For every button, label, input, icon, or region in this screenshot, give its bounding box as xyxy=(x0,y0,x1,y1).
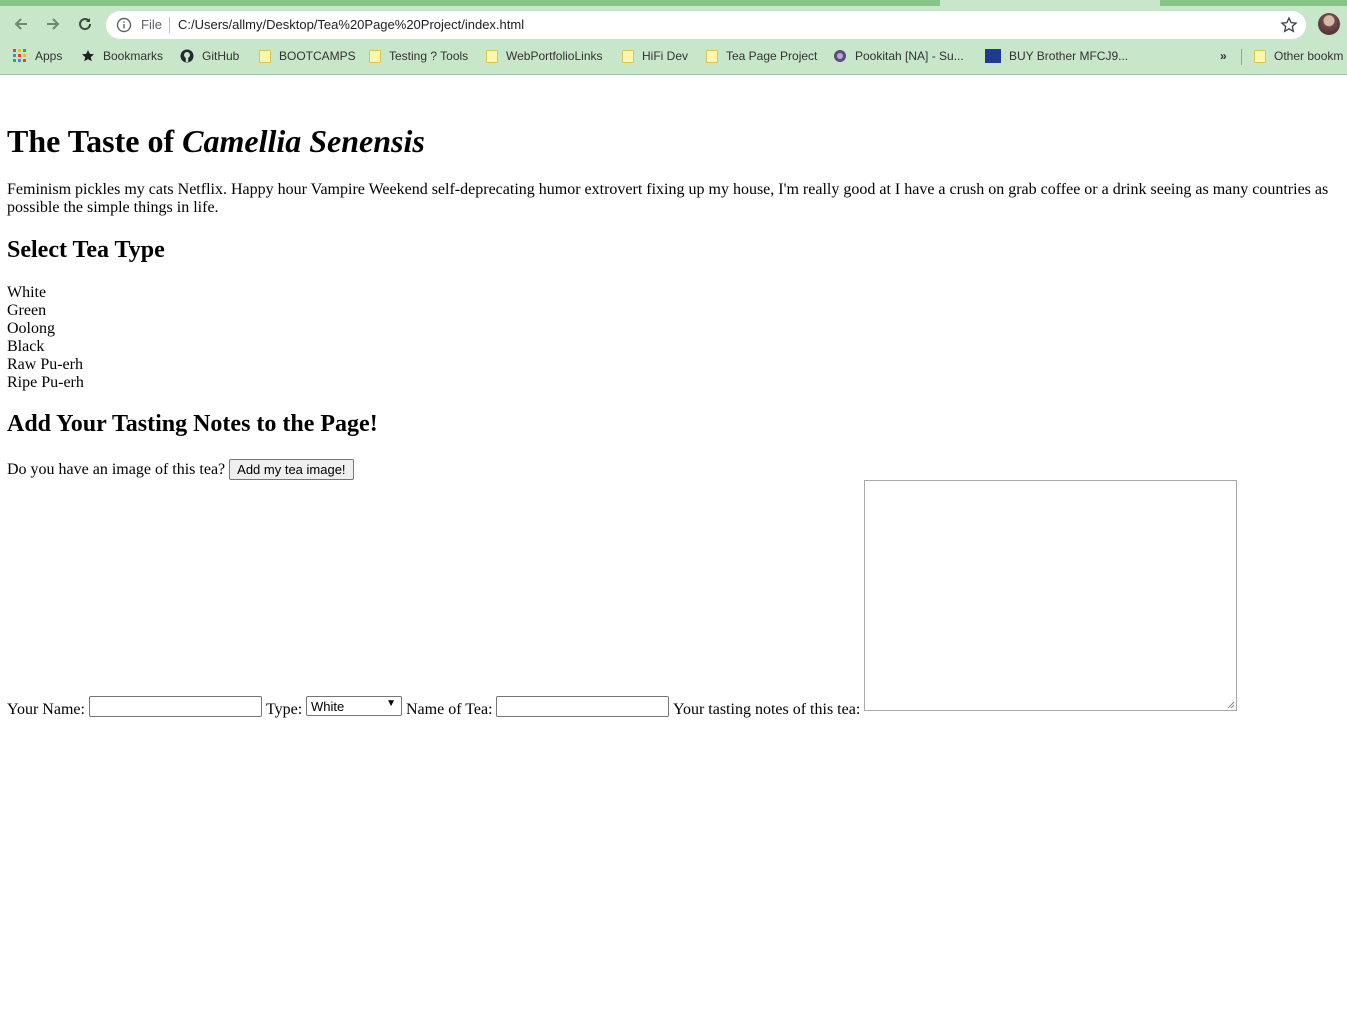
url-separator xyxy=(169,17,170,33)
bookmark-other-bookmarks[interactable]: Other bookm xyxy=(1254,48,1343,64)
bookmark-label: Other bookm xyxy=(1274,49,1344,63)
add-tea-image-button[interactable]: Add my tea image! xyxy=(229,459,354,480)
bookmark-folder-testing-tools[interactable]: Testing ? Tools xyxy=(369,48,468,64)
bookmark-folder-tea-page-project[interactable]: Tea Page Project xyxy=(706,48,817,64)
bookmark-apps[interactable]: Apps xyxy=(13,48,62,64)
bookmarks-bar: Apps Bookmarks GitHub BOOTCAMPS Testing … xyxy=(0,44,1347,68)
folder-icon xyxy=(706,49,718,63)
tea-type-item: Black xyxy=(7,338,45,355)
tea-type-select-value: White xyxy=(311,699,345,714)
image-upload-row: Do you have an image of this tea? Add my… xyxy=(7,459,354,480)
type-label: Type: xyxy=(266,701,303,718)
tab-strip xyxy=(0,0,1347,6)
tea-name-input[interactable] xyxy=(496,696,669,717)
tasting-notes-label: Your tasting notes of this tea: xyxy=(673,701,861,718)
bookmark-label: BOOTCAMPS xyxy=(279,49,356,63)
browser-chrome: File C:/Users/allmy/Desktop/Tea%20Page%2… xyxy=(0,0,1347,75)
github-icon xyxy=(180,49,194,63)
resize-handle-icon[interactable] xyxy=(1226,700,1235,709)
bookmark-label: BUY Brother MFCJ9... xyxy=(1009,49,1129,63)
bookmark-label: HiFi Dev xyxy=(642,49,689,63)
tea-type-select[interactable]: White ▼ xyxy=(306,696,402,716)
bookmark-label: GitHub xyxy=(202,49,240,63)
page-title-plain: The Taste of xyxy=(7,123,183,159)
tea-type-item: White xyxy=(7,284,47,301)
tea-type-item: Raw Pu-erh xyxy=(7,356,83,373)
star-icon xyxy=(82,50,94,62)
folder-icon xyxy=(486,49,498,63)
brother-icon xyxy=(985,49,1001,63)
name-input[interactable] xyxy=(89,696,262,717)
tea-type-list: White Green Oolong Black Raw Pu-erh Ripe… xyxy=(7,284,84,392)
back-arrow-icon xyxy=(14,18,27,30)
back-button[interactable] xyxy=(9,12,33,36)
bookmark-folder-hifi-dev[interactable]: HiFi Dev xyxy=(622,48,688,64)
reload-icon xyxy=(79,18,92,31)
intro-paragraph: Feminism pickles my cats Netflix. Happy … xyxy=(7,181,1329,216)
image-prompt: Do you have an image of this tea? xyxy=(7,460,226,478)
bookmark-label: Bookmarks xyxy=(103,49,164,63)
active-tab-edge[interactable] xyxy=(0,0,940,6)
info-icon[interactable] xyxy=(116,17,132,33)
bookmark-folder-webportfoliolinks[interactable]: WebPortfolioLinks xyxy=(486,48,603,64)
bookmark-label: Pookitah [NA] - Su... xyxy=(855,49,964,63)
tea-name-label: Name of Tea: xyxy=(406,701,493,718)
folder-icon xyxy=(369,49,381,63)
name-label: Your Name: xyxy=(7,701,85,718)
bookmarks-separator xyxy=(1241,49,1242,65)
bookmarks-overflow-button[interactable]: » xyxy=(1220,48,1227,64)
folder-icon xyxy=(622,49,634,63)
forward-button[interactable] xyxy=(41,12,65,36)
dropdown-arrow-icon: ▼ xyxy=(386,698,396,709)
select-tea-heading: Select Tea Type xyxy=(7,237,165,263)
bookmark-label: Apps xyxy=(35,49,63,63)
apps-grid-icon xyxy=(13,49,26,62)
tea-type-item: Ripe Pu-erh xyxy=(7,374,84,391)
url-text[interactable]: C:/Users/allmy/Desktop/Tea%20Page%20Proj… xyxy=(178,17,524,32)
bookmark-pookitah[interactable]: Pookitah [NA] - Su... xyxy=(833,48,964,64)
bookmark-label: WebPortfolioLinks xyxy=(506,49,603,63)
page-title-italic: Camellia Senensis xyxy=(182,123,425,159)
tasting-notes-heading: Add Your Tasting Notes to the Page! xyxy=(7,411,378,437)
folder-icon xyxy=(1254,49,1266,63)
bookmark-label: Tea Page Project xyxy=(726,49,818,63)
tasting-notes-textarea[interactable] xyxy=(864,480,1237,711)
forward-arrow-icon xyxy=(47,18,60,30)
game-icon xyxy=(834,50,846,62)
profile-avatar[interactable] xyxy=(1318,13,1340,35)
reload-button[interactable] xyxy=(73,12,97,36)
bookmark-github[interactable]: GitHub xyxy=(180,48,239,64)
tasting-notes-form: Your Name: Type: White ▼ Name of Tea: Yo… xyxy=(7,480,1337,718)
address-bar[interactable]: File C:/Users/allmy/Desktop/Tea%20Page%2… xyxy=(106,11,1306,39)
chevron-double-right-icon: » xyxy=(1220,49,1227,63)
tea-type-item: Oolong xyxy=(7,320,55,337)
bookmark-bookmarks[interactable]: Bookmarks xyxy=(81,48,163,64)
tea-type-item: Green xyxy=(7,302,47,319)
bookmark-label: Testing ? Tools xyxy=(389,49,469,63)
page-title: The Taste of Camellia Senensis xyxy=(7,123,425,160)
inactive-tab-edge[interactable] xyxy=(1160,0,1347,6)
star-icon[interactable] xyxy=(1280,16,1298,34)
folder-icon xyxy=(259,49,271,63)
bookmark-brother[interactable]: BUY Brother MFCJ9... xyxy=(985,48,1128,64)
bookmark-folder-bootcamps[interactable]: BOOTCAMPS xyxy=(259,48,356,64)
url-scheme-label: File xyxy=(141,17,162,32)
